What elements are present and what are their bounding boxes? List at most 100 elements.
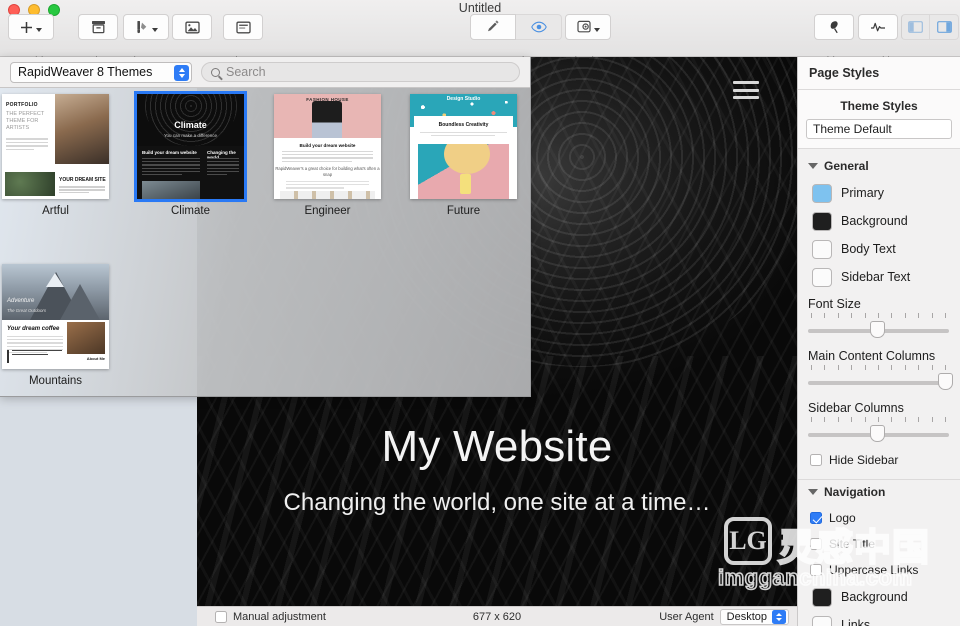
color-label-nav-links: Links <box>841 618 871 626</box>
toolbar-add-group: Add <box>8 14 54 67</box>
thumb-photo <box>312 101 342 138</box>
color-row-nav-background[interactable]: Background <box>798 583 960 611</box>
addons-button[interactable] <box>814 14 854 40</box>
toolbar-resources-group: Resources <box>167 14 217 67</box>
site-title-checkbox[interactable] <box>810 538 822 550</box>
theme-name-artful: Artful <box>42 205 69 217</box>
health-button[interactable] <box>858 14 898 40</box>
logo-label: Logo <box>829 511 856 525</box>
simulate-button[interactable] <box>565 14 611 40</box>
search-icon <box>211 67 220 77</box>
theme-search-field[interactable]: Search <box>201 62 520 82</box>
theme-collection-value: RapidWeaver 8 Themes <box>18 65 153 79</box>
thumb-quote <box>7 350 65 363</box>
slider-knob[interactable] <box>870 425 885 442</box>
slider-font-size[interactable] <box>798 313 960 343</box>
thumb-aside-headline: About Me <box>86 356 105 361</box>
site-title: My Website <box>381 422 613 471</box>
toggle-right-sidebar-button[interactable] <box>930 14 959 40</box>
color-swatch-nav-links[interactable] <box>812 615 832 626</box>
color-swatch-nav-background[interactable] <box>812 587 832 607</box>
user-agent-select[interactable]: Desktop <box>719 608 789 625</box>
uppercase-links-label: Uppercase Links <box>829 563 919 577</box>
slider-knob[interactable] <box>870 321 885 338</box>
theme-thumbnail-engineer[interactable]: FASHION HOUSE Build your dream website R… <box>274 94 381 199</box>
site-slogan: Changing the world, one site at a time… <box>283 489 711 516</box>
color-label-body-text: Body Text <box>841 242 896 256</box>
color-row-body-text[interactable]: Body Text <box>798 235 960 263</box>
inspector-panel: Page Styles Theme Styles Theme Default G… <box>797 57 960 626</box>
archive-box-icon <box>91 21 105 34</box>
group-header-navigation[interactable]: Navigation <box>798 482 960 505</box>
themes-button[interactable] <box>123 14 169 40</box>
thumb-mountain-peak-2 <box>60 284 100 320</box>
sidebar-right-icon <box>936 21 952 33</box>
toggle-left-sidebar-button[interactable] <box>901 14 930 40</box>
theme-tile-climate[interactable]: Climate You can make a difference Build … <box>134 91 247 217</box>
color-row-primary[interactable]: Primary <box>798 179 960 207</box>
hide-sidebar-label: Hide Sidebar <box>829 453 899 467</box>
theme-style-select[interactable]: Theme Default <box>806 119 952 139</box>
resources-button[interactable] <box>172 14 212 40</box>
color-row-background[interactable]: Background <box>798 207 960 235</box>
uppercase-links-checkbox[interactable] <box>810 564 822 576</box>
preview-mode-button[interactable] <box>516 14 562 40</box>
hamburger-menu-icon[interactable] <box>733 81 759 99</box>
theme-tile-artful[interactable]: PORTFOLIO THE PERFECT THEME FOR ARTISTS … <box>2 94 109 217</box>
checkbox-row-site-title[interactable]: Site Title <box>798 531 960 557</box>
stepper-icon[interactable] <box>174 64 189 81</box>
stepper-icon[interactable] <box>772 609 786 624</box>
user-agent-control: User Agent Desktop <box>659 608 789 625</box>
logo-checkbox[interactable] <box>810 512 822 524</box>
slider-label-main-content-columns: Main Content Columns <box>808 349 936 363</box>
group-title-navigation: Navigation <box>824 485 886 499</box>
chevron-down-icon <box>151 27 158 32</box>
thumb-col2-lines <box>207 158 239 177</box>
slider-knob[interactable] <box>938 373 953 390</box>
projects-button[interactable] <box>78 14 118 40</box>
checkbox-row-uppercase-links[interactable]: Uppercase Links <box>798 557 960 583</box>
color-row-nav-links[interactable]: Links <box>798 611 960 626</box>
user-agent-label: User Agent <box>659 610 714 623</box>
chevron-down-icon[interactable] <box>808 489 818 495</box>
color-swatch-primary[interactable] <box>812 183 832 203</box>
theme-tile-engineer[interactable]: FASHION HOUSE Build your dream website R… <box>274 94 381 217</box>
checkbox-row-hide-sidebar[interactable]: Hide Sidebar <box>798 447 960 473</box>
theme-thumbnail-climate[interactable]: Climate You can make a difference Build … <box>134 91 247 202</box>
edit-mode-button[interactable] <box>470 14 516 40</box>
color-label-background: Background <box>841 214 908 228</box>
group-header-general[interactable]: General <box>798 156 960 179</box>
theme-tile-future[interactable]: Design Studio Boundless Creativity Futur… <box>410 94 517 217</box>
thumb-text-lines <box>6 138 48 152</box>
slider-track[interactable] <box>808 381 949 385</box>
hide-sidebar-checkbox[interactable] <box>810 454 822 466</box>
window-toolbar: Untitled Add Projects <box>0 0 960 67</box>
group-title-general: General <box>824 159 869 173</box>
thumb-subhead: You can make a difference <box>163 133 218 138</box>
chevron-down-icon <box>36 27 42 32</box>
toolbar-addons-group: Addons <box>814 14 854 67</box>
theme-thumbnail-future[interactable]: Design Studio Boundless Creativity <box>410 94 517 199</box>
slider-ticks <box>808 417 949 424</box>
color-row-sidebar-text[interactable]: Sidebar Text <box>798 263 960 291</box>
checkbox-row-logo[interactable]: Logo <box>798 505 960 531</box>
thumb-footer-lines <box>59 186 105 195</box>
theme-collection-select[interactable]: RapidWeaver 8 Themes <box>10 61 192 83</box>
add-button[interactable] <box>8 14 54 40</box>
theme-thumbnail-mountains[interactable]: Adventure The Great Outdoors Your dream … <box>2 264 109 369</box>
toolbar-health-group: Health <box>858 14 898 67</box>
color-swatch-sidebar-text[interactable] <box>812 267 832 287</box>
theme-tile-mountains[interactable]: Adventure The Great Outdoors Your dream … <box>2 264 109 387</box>
chevron-down-icon[interactable] <box>808 163 818 169</box>
color-swatch-background[interactable] <box>812 211 832 231</box>
color-swatch-body-text[interactable] <box>812 239 832 259</box>
slider-main-content-columns[interactable] <box>798 365 960 395</box>
toolbar-simulate-group: Simulate <box>565 14 611 67</box>
slider-sidebar-columns[interactable] <box>798 417 960 447</box>
theme-thumbnail-artful[interactable]: PORTFOLIO THE PERFECT THEME FOR ARTISTS … <box>2 94 109 199</box>
section-divider <box>798 479 960 480</box>
snippets-button[interactable] <box>223 14 263 40</box>
inspector-header: Page Styles <box>798 57 960 90</box>
slider-label-sidebar-columns: Sidebar Columns <box>808 401 904 415</box>
device-icon <box>576 20 591 33</box>
